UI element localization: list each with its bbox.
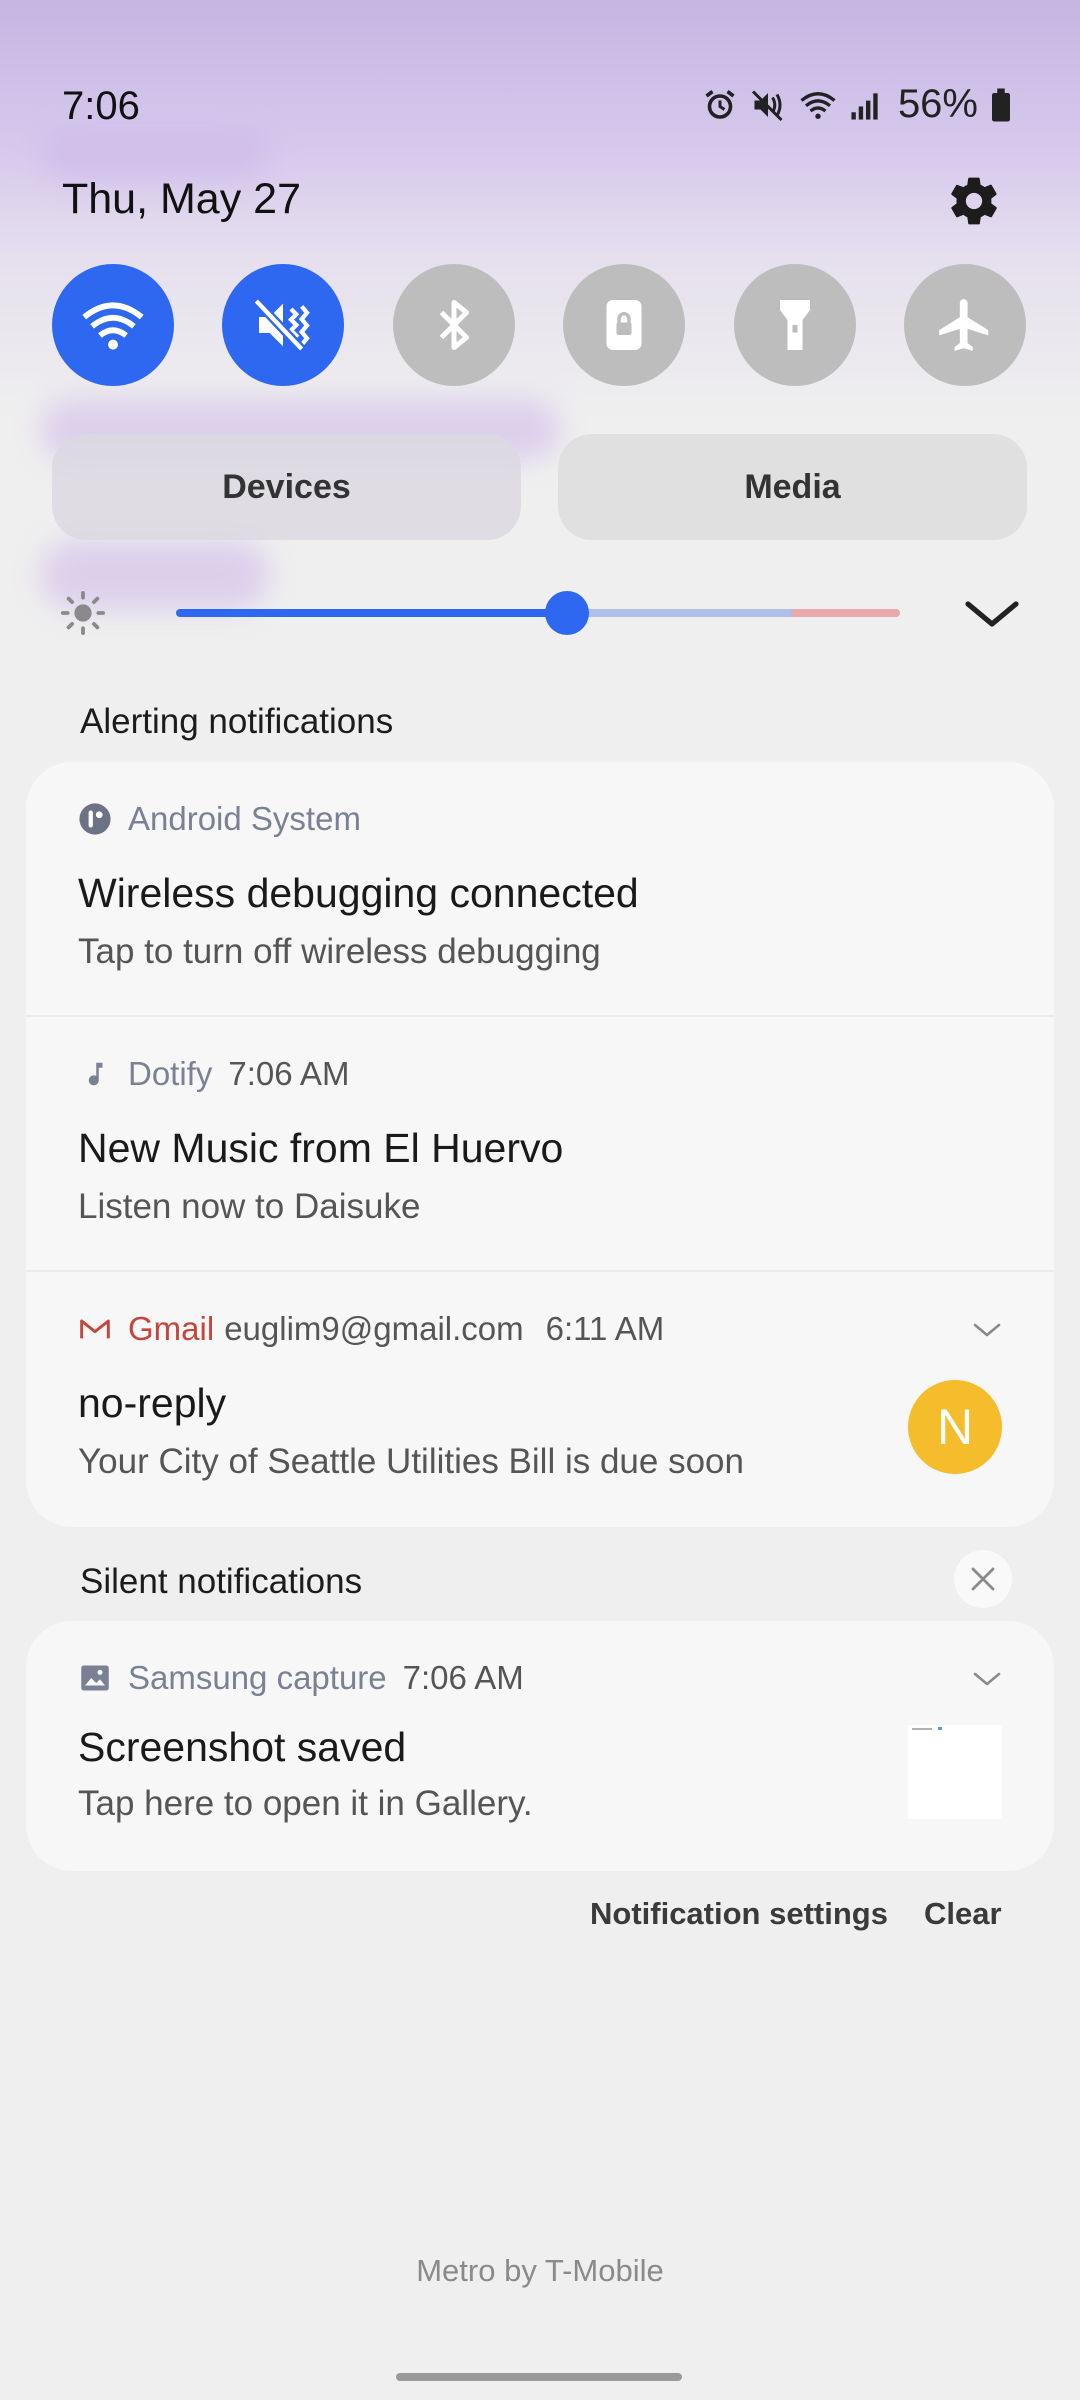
home-indicator[interactable] [396,2373,682,2381]
status-time: 7:06 [62,84,140,128]
notification-app-name: Android System [128,800,361,837]
mute-icon [253,297,311,353]
devices-media-row: Devices Media [52,434,1027,540]
date-label: Thu, May 27 [62,175,301,223]
alarm-icon [705,89,735,119]
notification-header: Dotify 7:06 AM [78,1055,349,1093]
chevron-down-icon[interactable] [970,1669,1004,1689]
carrier-label: Metro by T-Mobile [416,2253,664,2288]
wifi-toggle[interactable] [52,264,174,386]
notification-time: 7:06 AM [228,1055,350,1092]
bluetooth-toggle[interactable] [392,264,515,386]
notification-title: Wireless debugging connected [78,870,639,916]
devices-button[interactable]: Devices [52,434,521,540]
settings-gear-button[interactable] [946,173,1002,229]
gear-icon [951,177,997,225]
wifi-icon [800,91,836,119]
notification-app-name: Dotify [128,1055,213,1092]
sound-mode-toggle[interactable] [222,264,345,386]
status-bar: 7:06 56% [0,70,1080,145]
chevron-down-icon[interactable] [960,598,1024,630]
silent-notifications-label: Silent notifications [80,1562,363,1601]
rotation-lock-toggle[interactable] [563,264,686,386]
image-icon [78,1661,112,1695]
airplane-mode-toggle[interactable] [903,264,1026,386]
notification-body: Tap here to open it in Gallery. [78,1784,533,1823]
notification-title: no-reply [78,1380,227,1426]
notification-body: Your City of Seattle Utilities Bill is d… [78,1442,744,1481]
notification-settings-button[interactable]: Notification settings [590,1896,888,1932]
notification-body: Listen now to Daisuke [78,1187,421,1226]
notification-app-name: Gmail [128,1310,215,1347]
notification-header: Android System [78,800,361,838]
notification-account: euglim9@gmail.com [224,1310,524,1347]
music-note-icon [78,1057,112,1091]
notification-header: Samsung capture 7:06 AM [78,1659,524,1697]
bluetooth-icon [439,300,469,350]
notification-app-name: Samsung capture [128,1659,387,1696]
notification-time: 7:06 AM [402,1659,524,1696]
close-icon [971,1567,995,1591]
battery-percent: 56% [897,82,978,126]
alerting-notifications-label: Alerting notifications [80,702,394,741]
flashlight-toggle[interactable] [733,264,856,386]
notification-title: New Music from El Huervo [78,1125,564,1171]
rotation-lock-icon [606,300,642,350]
status-icons: 56% [702,82,1012,127]
notification-header: Gmail euglim9@gmail.com 6:11 AM [78,1310,664,1348]
dismiss-silent-button[interactable] [954,1550,1012,1608]
media-button[interactable]: Media [558,434,1027,540]
wifi-icon [82,302,144,350]
notification-title: Screenshot saved [78,1724,407,1770]
silent-notifications-card: Samsung capture 7:06 AM Screenshot saved… [26,1621,1054,1871]
brightness-sun-icon [60,590,106,636]
airplane-icon [939,299,989,351]
notification-time: 6:11 AM [545,1310,665,1347]
flashlight-icon [779,300,810,350]
brightness-slider-track[interactable] [176,609,900,617]
notification-android-system[interactable]: Android System Wireless debugging connec… [26,762,1054,1017]
brightness-slider-thumb[interactable] [544,591,589,635]
screenshot-thumbnail[interactable] [908,1725,1002,1819]
avatar: N [908,1380,1002,1474]
notification-dotify[interactable]: Dotify 7:06 AM New Music from El Huervo … [26,1017,1054,1272]
quick-settings-row [52,264,1026,386]
clear-button[interactable]: Clear [924,1896,1002,1932]
gmail-icon [78,1312,112,1346]
android-system-icon [78,802,112,836]
notification-gmail[interactable]: Gmail euglim9@gmail.com 6:11 AM no-reply… [26,1272,1054,1527]
notification-samsung-capture[interactable]: Samsung capture 7:06 AM Screenshot saved… [26,1621,1054,1871]
chevron-down-icon[interactable] [970,1320,1004,1340]
notification-body: Tap to turn off wireless debugging [78,932,601,971]
mute-icon [751,89,783,121]
brightness-control [60,580,1020,644]
signal-icon [851,92,878,120]
alerting-notifications-card: Android System Wireless debugging connec… [26,762,1054,1527]
battery-icon [992,88,1010,121]
